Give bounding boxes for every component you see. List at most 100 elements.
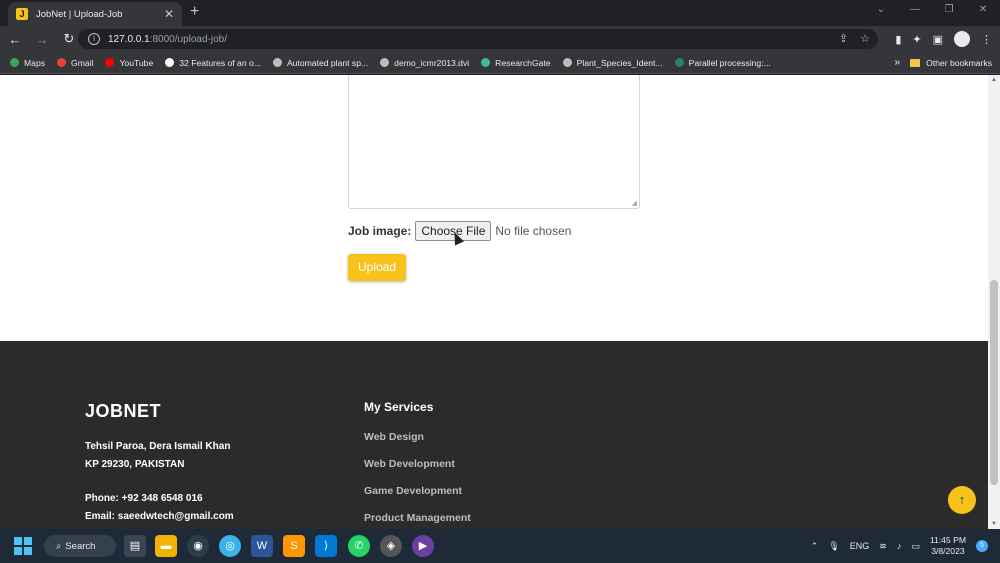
file-explorer-icon[interactable]: ▬ xyxy=(155,535,177,557)
language-indicator[interactable]: ENG xyxy=(850,541,870,551)
omnibox-actions: ⇪ ☆ xyxy=(839,32,870,45)
window-controls: ⌄ — ❐ ✕ xyxy=(864,0,1000,22)
bookmark-icon xyxy=(380,58,390,67)
vscode-icon[interactable]: ⟩ xyxy=(315,535,337,557)
service-link[interactable]: Web Design xyxy=(364,431,424,443)
service-link[interactable]: Web Development xyxy=(364,458,455,470)
bookmark-item[interactable]: Automated plant sp... xyxy=(272,57,369,68)
jobnet-favicon-icon: J xyxy=(16,8,28,20)
tab-search-icon[interactable]: ⌄ xyxy=(864,0,898,22)
windows-start-icon[interactable] xyxy=(14,537,32,555)
services-title: My Services xyxy=(364,400,434,414)
sublime-text-icon[interactable]: S xyxy=(283,535,305,557)
site-footer: JOBNET Tehsil Paroa, Dera Ismail Khan KP… xyxy=(0,341,988,529)
bookmark-label: Automated plant sp... xyxy=(286,57,369,68)
address-bar[interactable]: i 127.0.0.1:8000/upload-job/ ⇪ ☆ xyxy=(78,29,878,49)
whatsapp-icon[interactable]: ✆ xyxy=(348,535,370,557)
taskbar-search[interactable]: ⌕ Search xyxy=(44,535,116,557)
notification-badge[interactable]: 5 xyxy=(976,540,988,552)
bookmark-item[interactable]: demo_icmr2013.dvi xyxy=(380,58,469,68)
bookmark-label: Plant_Species_Ident... xyxy=(576,57,663,68)
edge-copilot-icon[interactable]: ◎ xyxy=(219,535,241,557)
task-view-icon[interactable]: ▤ xyxy=(124,535,146,557)
service-link[interactable]: Game Development xyxy=(364,485,462,497)
tray-chevron-icon[interactable]: ⌃ xyxy=(811,541,819,552)
scroll-up-icon[interactable]: ▲ xyxy=(991,77,997,83)
bookmark-star-icon[interactable]: ☆ xyxy=(860,32,870,45)
back-to-top-button[interactable]: ↑ xyxy=(948,486,976,514)
forward-icon[interactable]: → xyxy=(30,32,54,47)
scroll-down-icon[interactable]: ▼ xyxy=(991,521,997,527)
taskbar-search-label: Search xyxy=(65,540,96,552)
app-icon[interactable]: ◈ xyxy=(380,535,402,557)
browser-tab[interactable]: J JobNet | Upload-Job ✕ xyxy=(8,2,182,26)
other-bookmarks[interactable]: Other bookmarks xyxy=(910,58,992,68)
bookmark-item[interactable]: Maps xyxy=(10,58,45,68)
tab-close-icon[interactable]: ✕ xyxy=(164,7,174,21)
browser-toolbar: ← → ↻ i 127.0.0.1:8000/upload-job/ ⇪ ☆ ▮… xyxy=(0,26,1000,52)
search-icon: ⌕ xyxy=(56,540,62,552)
clock[interactable]: 11:45 PM 3/8/2023 xyxy=(930,535,966,557)
bookmark-icon xyxy=(562,58,572,67)
side-panel-icon[interactable]: ▣ xyxy=(933,33,943,46)
job-description-textarea[interactable]: ◢ xyxy=(348,75,640,209)
file-status: No file chosen xyxy=(495,224,572,238)
bookmark-icon xyxy=(481,58,491,67)
bookmark-item[interactable]: Gmail xyxy=(57,58,93,68)
url-host: 127.0.0.1 xyxy=(108,33,150,45)
back-icon[interactable]: ← xyxy=(3,32,27,47)
microphone-icon[interactable]: 🎙 xyxy=(828,541,839,552)
job-image-label: Job image: xyxy=(348,224,412,238)
page-content: ◢ Job image: Choose File No file chosen … xyxy=(0,75,988,529)
menu-icon[interactable]: ⋮ xyxy=(981,33,992,46)
upload-button[interactable]: Upload xyxy=(348,254,406,281)
bookmark-label: 32 Features of an o... xyxy=(179,57,261,68)
bookmark-icon xyxy=(57,58,67,67)
bookmark-icon xyxy=(674,58,684,67)
bookmark-label: YouTube xyxy=(119,57,154,68)
restore-icon[interactable]: ❐ xyxy=(932,0,966,22)
bookmark-icon xyxy=(272,58,282,67)
footer-brand: JOBNET xyxy=(85,401,162,421)
bookmark-icon xyxy=(165,58,175,67)
bookmark-item[interactable]: ResearchGate xyxy=(481,58,551,68)
phone-text: Phone: +92 348 6548 016 xyxy=(85,493,203,504)
bookmarks-more-icon[interactable]: » xyxy=(894,57,900,68)
extension-icon[interactable]: ▮ xyxy=(895,33,901,46)
other-bookmarks-label: Other bookmarks xyxy=(926,57,992,68)
profile-avatar[interactable] xyxy=(954,31,970,47)
minimize-icon[interactable]: — xyxy=(898,0,932,22)
bookmark-icon xyxy=(105,58,115,67)
bookmark-label: demo_icmr2013.dvi xyxy=(394,57,470,68)
bookmark-item[interactable]: Plant_Species_Ident... xyxy=(562,57,663,68)
extensions-puzzle-icon[interactable]: ✦ xyxy=(912,33,921,46)
wifi-icon[interactable]: ≋ xyxy=(879,541,887,552)
bookmark-item[interactable]: YouTube xyxy=(105,58,153,68)
page-scrollbar[interactable]: ▲ ▼ xyxy=(988,75,1000,529)
bookmark-item[interactable]: 32 Features of an o... xyxy=(165,58,261,68)
windows-taskbar: ⌕ Search ▤ ▬ ◉ ◎ W S ⟩ ✆ ◈ ▶ ⌃ 🎙 ENG ≋ ♪… xyxy=(0,529,1000,563)
bookmark-icon xyxy=(10,58,19,67)
folder-icon xyxy=(910,58,921,67)
resize-handle-icon[interactable]: ◢ xyxy=(632,199,637,207)
site-info-icon[interactable]: i xyxy=(88,33,100,45)
scroll-thumb[interactable] xyxy=(990,280,998,485)
share-icon[interactable]: ⇪ xyxy=(839,32,848,45)
tab-title: JobNet | Upload-Job xyxy=(36,8,123,20)
media-player-icon[interactable]: ▶ xyxy=(412,535,434,557)
url-path: :8000/upload-job/ xyxy=(149,33,228,45)
clock-time: 11:45 PM xyxy=(929,535,966,545)
close-window-icon[interactable]: ✕ xyxy=(966,0,1000,22)
chrome-icon[interactable]: ◉ xyxy=(187,535,209,557)
battery-icon[interactable]: ▭ xyxy=(911,541,920,552)
service-link[interactable]: Product Management xyxy=(364,512,471,524)
system-tray: ⌃ 🎙 ENG ≋ ♪ ▭ 11:45 PM 3/8/2023 5 xyxy=(811,535,988,557)
email-text: Email: saeedwtech@gmail.com xyxy=(85,511,234,522)
volume-icon[interactable]: ♪ xyxy=(897,541,902,551)
bookmark-item[interactable]: Parallel processing:... xyxy=(674,57,771,68)
bookmark-label: Gmail xyxy=(71,57,94,68)
word-icon[interactable]: W xyxy=(251,535,273,557)
address-line-2: KP 29230, PAKISTAN xyxy=(85,459,185,470)
bookmark-label: Parallel processing:... xyxy=(688,57,771,68)
new-tab-button[interactable]: + xyxy=(190,4,199,20)
